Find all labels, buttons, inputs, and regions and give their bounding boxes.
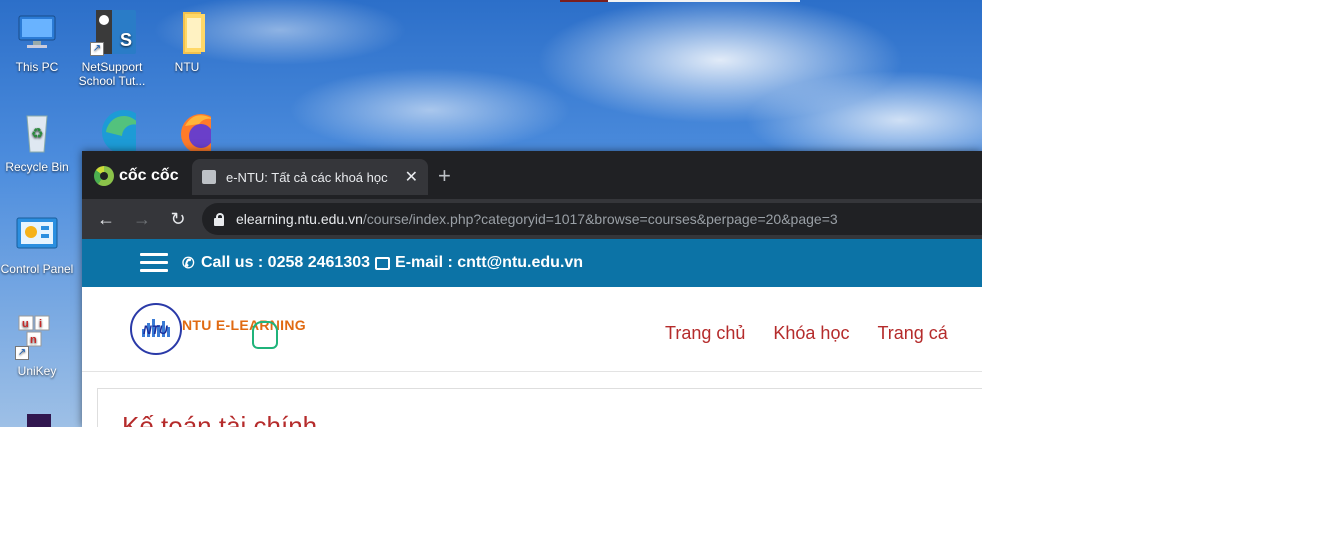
adobe-icon (13, 414, 61, 427)
tab-active[interactable]: e-NTU: Tất cả các khoá học ✕ (192, 159, 428, 195)
new-tab-button[interactable]: + (438, 163, 451, 189)
svg-text:♻: ♻ (31, 125, 44, 141)
course-category-card: Kế toán tài chính (97, 388, 982, 427)
email-text[interactable]: E-mail : cntt@ntu.edu.vn (395, 254, 583, 272)
coccoc-brand[interactable]: cốc cốc (94, 165, 179, 187)
web-page: Call us : 0258 2461303 E-mail : cntt@ntu… (82, 239, 982, 427)
desktop-icon-adobe[interactable] (0, 414, 74, 427)
edge-icon (88, 106, 146, 154)
recycle-bin-icon: ♻ (13, 108, 61, 156)
folder-icon (163, 8, 211, 56)
desktop-icon-unikey[interactable]: uin ↗ UniKey (0, 312, 74, 378)
forward-icon[interactable]: → (130, 207, 154, 231)
contact-info: Call us : 0258 2461303 E-mail : cntt@ntu… (182, 254, 583, 272)
logo-text: NTU E-LEARNING (182, 317, 306, 333)
svg-text:i: i (39, 318, 42, 330)
phone-icon (182, 254, 196, 272)
window-edge (560, 0, 800, 2)
reload-icon[interactable]: ↻ (166, 207, 190, 231)
desktop-icon-control-panel[interactable]: Control Panel (0, 210, 74, 276)
site-header: NTU NTU E-LEARNING Trang chủ Khóa học Tr… (82, 287, 982, 372)
url-text: elearning.ntu.edu.vn/course/index.php?ca… (236, 211, 838, 227)
desktop-icon-recycle-bin[interactable]: ♻ Recycle Bin (0, 108, 74, 174)
desktop-icon-ntu-folder[interactable]: NTU (150, 8, 224, 74)
address-bar[interactable]: elearning.ntu.edu.vn/course/index.php?ca… (202, 203, 982, 235)
netsupport-icon: S ↗ (88, 8, 136, 56)
site-top-bar: Call us : 0258 2461303 E-mail : cntt@ntu… (82, 239, 982, 287)
pointer-hand-icon (252, 321, 278, 349)
svg-text:u: u (22, 318, 29, 330)
hamburger-menu-icon[interactable] (140, 253, 168, 275)
close-tab-icon[interactable]: ✕ (405, 167, 418, 187)
desktop-icon-netsupport[interactable]: S ↗ NetSupport School Tut... (75, 8, 149, 88)
shortcut-arrow-icon: ↗ (90, 42, 104, 56)
call-us-text: Call us : 0258 2461303 (201, 254, 371, 271)
site-logo[interactable]: NTU NTU E-LEARNING (130, 303, 330, 359)
shortcut-arrow-icon: ↗ (15, 346, 29, 360)
control-panel-icon (13, 210, 61, 258)
browser-toolbar: ← → ↻ elearning.ntu.edu.vn/course/index.… (82, 199, 982, 239)
svg-text:n: n (30, 334, 37, 346)
ntu-seal-icon: NTU (130, 303, 182, 355)
svg-text:S: S (120, 30, 132, 50)
nav-khoa-hoc[interactable]: Khóa học (773, 323, 849, 344)
desktop-wallpaper: This PC S ↗ NetSupport School Tut... NTU… (0, 0, 982, 427)
nav-trang-chu[interactable]: Trang chủ (665, 323, 745, 344)
favicon-icon (202, 170, 216, 184)
unikey-icon: uin ↗ (13, 312, 61, 360)
tab-strip: cốc cốc e-NTU: Tất cả các khoá học ✕ + (82, 151, 982, 199)
computer-icon (13, 8, 61, 56)
browser-window: cốc cốc e-NTU: Tất cả các khoá học ✕ + ←… (82, 151, 982, 427)
back-icon[interactable]: ← (94, 207, 118, 231)
main-nav: Trang chủ Khóa học Trang cá (665, 323, 976, 344)
brand-name: cốc cốc (119, 167, 179, 184)
envelope-icon (375, 256, 391, 270)
desktop-icon-this-pc[interactable]: This PC (0, 8, 74, 74)
lock-icon (212, 212, 226, 226)
tab-title: e-NTU: Tất cả các khoá học (226, 169, 388, 185)
course-category-title[interactable]: Kế toán tài chính (122, 411, 317, 427)
nav-trang-ca-nhan[interactable]: Trang cá (877, 323, 947, 344)
firefox-icon (163, 106, 221, 154)
coccoc-logo-icon (94, 166, 114, 186)
